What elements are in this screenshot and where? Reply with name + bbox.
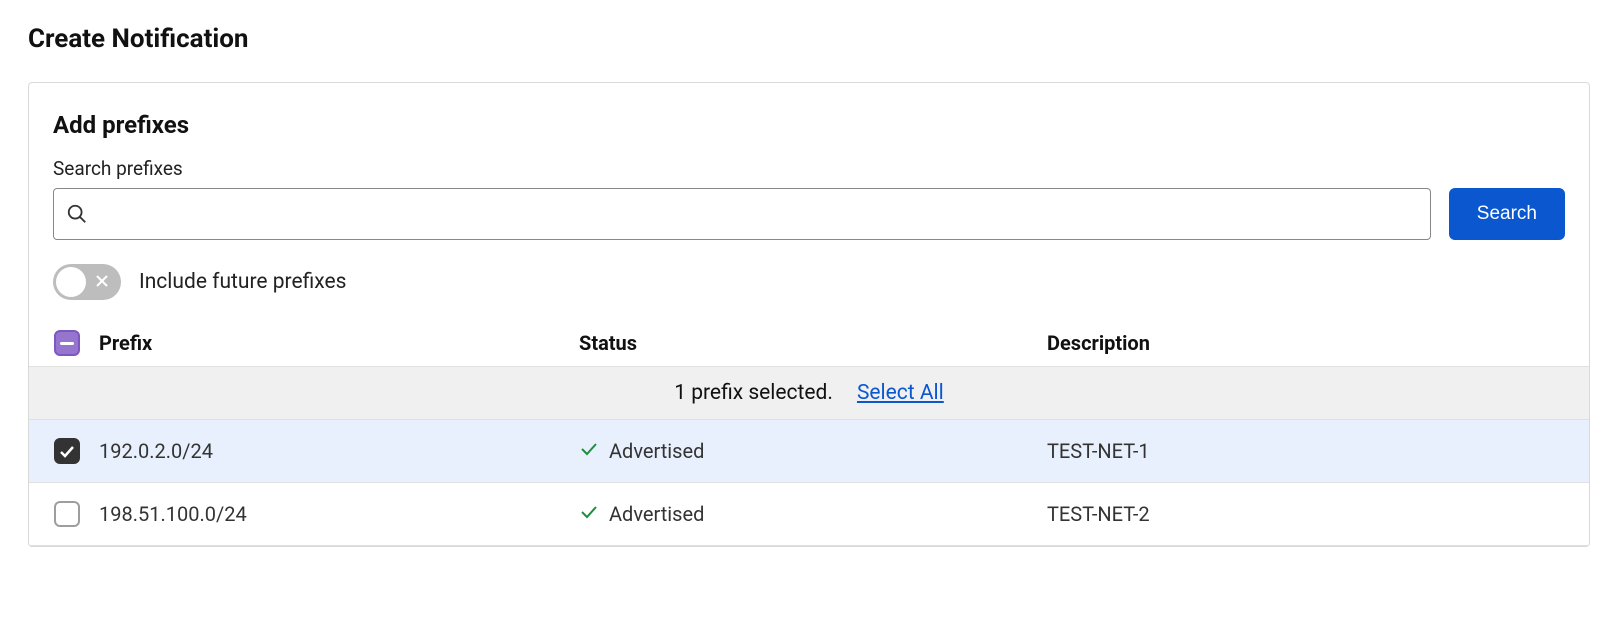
row-status: Advertised	[579, 502, 1047, 527]
col-header-prefix: Prefix	[95, 331, 579, 355]
row-status: Advertised	[579, 439, 1047, 464]
add-prefixes-panel: Add prefixes Search prefixes Search	[28, 82, 1590, 547]
table-row[interactable]: 198.51.100.0/24 Advertised TEST-NET-2	[29, 483, 1589, 546]
check-icon	[579, 439, 599, 464]
selection-count: 1 prefix selected.	[674, 381, 833, 405]
selection-bar: 1 prefix selected. Select All	[29, 367, 1589, 420]
row-description: TEST-NET-1	[1047, 439, 1579, 463]
table-header: Prefix Status Description	[29, 320, 1589, 367]
col-header-description: Description	[1047, 331, 1579, 355]
row-checkbox[interactable]	[54, 501, 80, 527]
row-status-text: Advertised	[609, 502, 704, 526]
row-prefix: 198.51.100.0/24	[95, 502, 579, 526]
check-icon	[579, 502, 599, 527]
row-description: TEST-NET-2	[1047, 502, 1579, 526]
row-checkbox[interactable]	[54, 438, 80, 464]
toggle-knob	[56, 267, 86, 297]
row-status-text: Advertised	[609, 439, 704, 463]
include-future-toggle[interactable]	[53, 264, 121, 300]
select-all-link[interactable]: Select All	[857, 381, 944, 405]
search-label: Search prefixes	[29, 157, 1589, 180]
search-box	[53, 188, 1431, 240]
select-all-checkbox[interactable]	[54, 330, 80, 356]
table-row[interactable]: 192.0.2.0/24 Advertised TEST-NET-1	[29, 420, 1589, 483]
search-button[interactable]: Search	[1449, 188, 1565, 240]
col-header-status: Status	[579, 331, 1047, 355]
search-icon	[66, 203, 88, 225]
search-input[interactable]	[98, 189, 1418, 239]
row-prefix: 192.0.2.0/24	[95, 439, 579, 463]
page-title: Create Notification	[28, 24, 1590, 54]
section-title: Add prefixes	[29, 111, 1589, 139]
toggle-label: Include future prefixes	[139, 270, 346, 294]
close-icon	[95, 274, 109, 291]
